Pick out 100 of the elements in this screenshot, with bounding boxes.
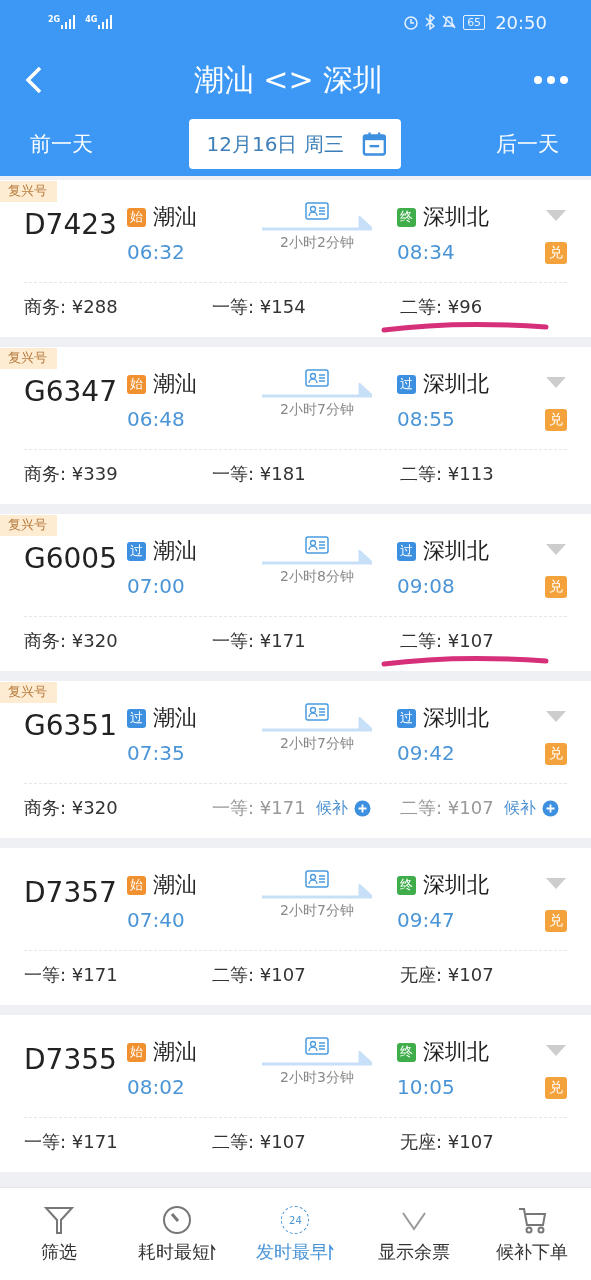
date-picker[interactable]: 12月16日 周三	[188, 119, 401, 169]
station-badge: 始	[127, 875, 146, 895]
seat-price: 二等: ¥107	[400, 796, 494, 820]
seat-price: 商务: ¥320	[24, 796, 118, 820]
waitlist-button[interactable]: 候补	[315, 797, 348, 819]
seat-price: 一等: ¥181	[212, 462, 306, 486]
station-badge: 过	[397, 541, 416, 561]
id-card-icon	[305, 1037, 329, 1055]
seat-price: 一等: ¥171	[212, 629, 306, 653]
arrival-station: 深圳北	[423, 370, 489, 398]
waitlist-button[interactable]: 候补	[503, 797, 536, 819]
sort-tab[interactable]: 耗时最短	[122, 1204, 233, 1264]
exchange-badge: 兑	[545, 910, 567, 932]
mute-bell-icon	[441, 14, 458, 30]
dropdown-triangle-icon[interactable]	[546, 210, 566, 222]
station-badge: 过	[397, 374, 416, 394]
train-card[interactable]: D7357 始 潮汕 07:40 2小时7分钟 终 深圳北 09:47 兑 一等: ¥171 二等: ¥107 无座: ¥107	[0, 848, 591, 1005]
plus-icon[interactable]	[353, 799, 371, 817]
station-badge: 过	[127, 708, 146, 728]
dropdown-triangle-icon[interactable]	[546, 1045, 566, 1057]
departure-time: 07:40	[127, 908, 186, 932]
train-number: G6005	[23, 542, 118, 575]
arrival-station: 深圳北	[423, 871, 489, 899]
back-button[interactable]	[24, 66, 44, 94]
network-label: 4G	[85, 15, 98, 24]
page-title: 潮汕 <> 深圳	[193, 60, 384, 99]
station-badge: 终	[397, 875, 416, 895]
id-card-icon	[305, 870, 329, 888]
alarm-icon	[403, 14, 420, 30]
station-badge: 始	[127, 374, 146, 394]
arrival-time: 10:05	[397, 1075, 456, 1099]
train-number: G6351	[23, 709, 118, 742]
dropdown-triangle-icon[interactable]	[546, 544, 566, 556]
station-badge: 始	[127, 207, 146, 227]
train-card[interactable]: 复兴号 D7423 始 潮汕 06:32 2小时2分钟 终 深圳北 08:34 兑 商务: ¥288 一等: ¥154 二等: ¥96	[0, 180, 591, 337]
more-button[interactable]	[533, 75, 569, 85]
seat-price: 二等: ¥107	[400, 629, 494, 653]
clock-time: 20:50	[495, 11, 547, 33]
arrival-time: 08:55	[397, 407, 456, 431]
train-number: D7355	[23, 1043, 118, 1076]
station-badge: 终	[397, 1042, 416, 1062]
dropdown-triangle-icon[interactable]	[546, 711, 566, 723]
train-type-tag: 复兴号	[0, 682, 57, 703]
arrival-station: 深圳北	[423, 1038, 489, 1066]
departure-station: 潮汕	[153, 704, 197, 732]
exchange-badge: 兑	[545, 242, 567, 264]
train-card[interactable]: D7355 始 潮汕 08:02 2小时3分钟 终 深圳北 10:05 兑 一等: ¥171 二等: ¥107 无座: ¥107	[0, 1015, 591, 1172]
signal-icon	[61, 15, 78, 29]
departure-station: 潮汕	[153, 370, 197, 398]
seat-price: 无座: ¥107	[400, 963, 494, 987]
id-card-icon	[305, 703, 329, 721]
sort-tab[interactable]: 候补下单	[476, 1204, 587, 1264]
departure-station: 潮汕	[153, 537, 197, 565]
arrival-time: 09:08	[397, 574, 456, 598]
battery-icon: 65	[463, 14, 486, 30]
train-card[interactable]: 复兴号 G6005 过 潮汕 07:00 2小时8分钟 过 深圳北 09:08 兑 商务: ¥320 一等: ¥171 二等: ¥107	[0, 514, 591, 671]
station-badge: 终	[397, 207, 416, 227]
dropdown-triangle-icon[interactable]	[546, 377, 566, 389]
exchange-badge: 兑	[545, 1077, 567, 1099]
seat-price: 一等: ¥171	[24, 963, 118, 987]
arrival-time: 09:42	[397, 741, 456, 765]
train-card[interactable]: 复兴号 G6347 始 潮汕 06:48 2小时7分钟 过 深圳北 08:55 兑 商务: ¥339 一等: ¥181 二等: ¥113	[0, 347, 591, 504]
cart-icon	[516, 1205, 547, 1235]
seat-price: 无座: ¥107	[400, 1130, 494, 1154]
arrival-station: 深圳北	[423, 203, 489, 231]
calendar-icon	[361, 131, 387, 157]
departure-station: 潮汕	[153, 203, 197, 231]
station-badge: 过	[127, 541, 146, 561]
exchange-badge: 兑	[545, 409, 567, 431]
train-type-tag: 复兴号	[0, 515, 57, 536]
departure-station: 潮汕	[153, 871, 197, 899]
trip-duration: 2小时7分钟	[280, 401, 354, 419]
exchange-badge: 兑	[545, 576, 567, 598]
departure-time: 07:00	[127, 574, 186, 598]
timer-icon	[162, 1205, 193, 1235]
train-number: D7423	[23, 208, 118, 241]
seat-price: 一等: ¥154	[212, 295, 306, 319]
seat-price: 二等: ¥113	[400, 462, 494, 486]
train-type-tag: 复兴号	[0, 348, 57, 369]
train-type-tag: 复兴号	[0, 181, 57, 202]
sort-tab[interactable]: 显示余票	[358, 1204, 469, 1264]
trip-duration: 2小时3分钟	[280, 1069, 354, 1087]
departure-time: 06:32	[127, 240, 186, 264]
train-card[interactable]: 复兴号 G6351 过 潮汕 07:35 2小时7分钟 过 深圳北 09:42 兑 商务: ¥320 一等: ¥171 候补 二等: ¥107 候补	[0, 681, 591, 838]
sort-tab[interactable]: 筛选	[4, 1204, 115, 1264]
trip-duration: 2小时2分钟	[280, 234, 354, 252]
plus-icon[interactable]	[541, 799, 559, 817]
departure-time: 07:35	[127, 741, 186, 765]
arrival-time: 09:47	[397, 908, 456, 932]
signal-icon	[98, 15, 115, 29]
seat-price: 一等: ¥171	[212, 796, 306, 820]
trip-duration: 2小时7分钟	[280, 902, 354, 920]
arrival-time: 08:34	[397, 240, 456, 264]
dropdown-triangle-icon[interactable]	[546, 878, 566, 890]
seat-price: 二等: ¥107	[212, 1130, 306, 1154]
arrival-station: 深圳北	[423, 537, 489, 565]
seat-price: 商务: ¥320	[24, 629, 118, 653]
id-card-icon	[305, 202, 329, 220]
id-card-icon	[305, 536, 329, 554]
seat-price: 商务: ¥339	[24, 462, 118, 486]
